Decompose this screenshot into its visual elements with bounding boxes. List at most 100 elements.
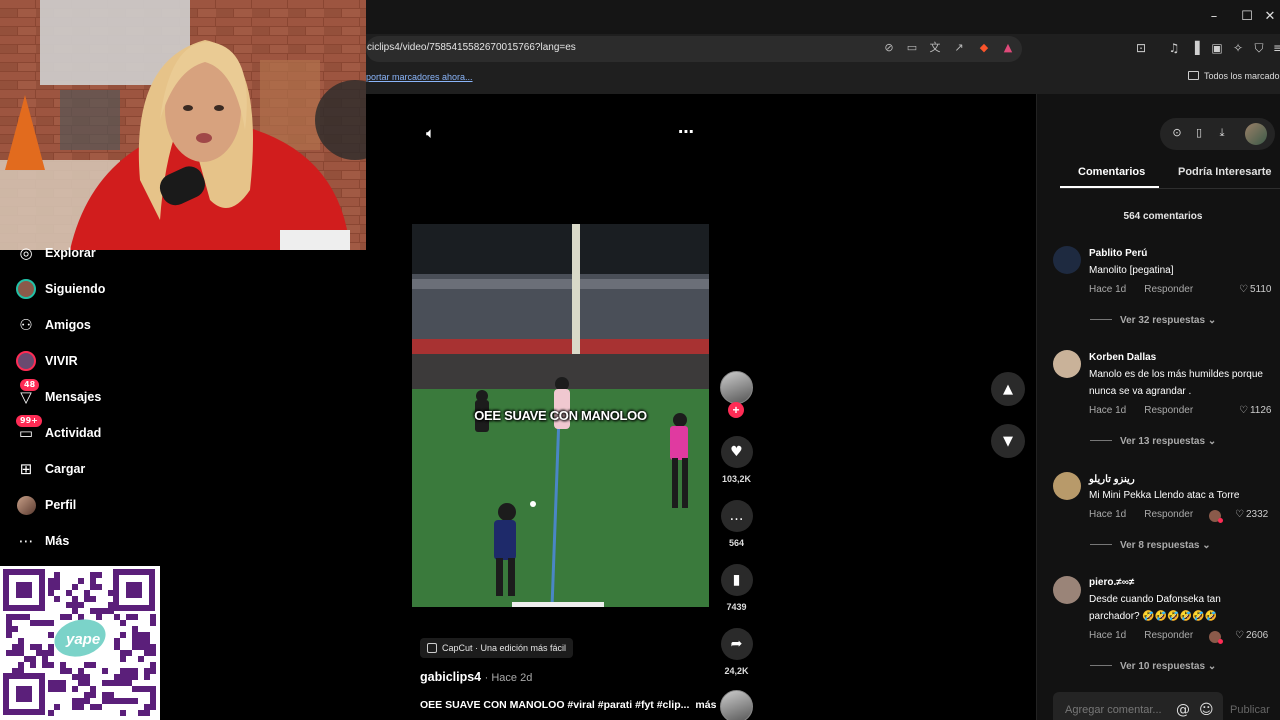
comment-avatar[interactable] (1053, 472, 1081, 500)
sidebar-item-amigos[interactable]: ⚇ Amigos (16, 312, 91, 338)
video-caption: OEE SUAVE CON MANOLOO (474, 408, 647, 423)
reply-button[interactable]: Responder (1144, 509, 1193, 520)
chevron-up-icon: ▲ (1003, 381, 1013, 397)
bookmark-icon[interactable]: ▮ (720, 564, 753, 596)
chevron-down-icon: ⌄ (1207, 661, 1217, 672)
mention-icon[interactable]: @ (1176, 702, 1190, 718)
import-bookmarks-link[interactable]: portar marcadores ahora... (366, 72, 473, 82)
vpn-icon[interactable]: ⛉ (1251, 40, 1267, 56)
sidebar-item-cargar[interactable]: ⊞ Cargar (16, 456, 86, 482)
creator-avatar[interactable] (720, 371, 753, 404)
ai-icon[interactable]: ✧ (1230, 40, 1246, 56)
comment-username[interactable]: piero.≠∞≠ (1089, 577, 1134, 588)
author-name[interactable]: gabiclips4 (420, 670, 481, 684)
comment-avatar[interactable] (1053, 246, 1081, 274)
like-count: 103,2K (721, 474, 752, 484)
comment-avatar[interactable] (1053, 576, 1081, 604)
volume-icon[interactable]: 🔈︎ (426, 124, 435, 142)
maximize-icon[interactable]: ☐ (1237, 8, 1257, 26)
media-icon[interactable]: ♫ (1166, 40, 1182, 56)
share-count: 24,2K (724, 666, 749, 676)
follow-button[interactable]: + (728, 402, 744, 418)
video-player[interactable]: OEE SUAVE CON MANOLOO (412, 224, 709, 607)
comment-like-count: 1126 (1249, 405, 1272, 416)
more-link[interactable]: más (695, 699, 716, 711)
heart-icon[interactable]: ♥ (720, 436, 753, 468)
save-action[interactable]: ▮ 7439 (720, 564, 753, 612)
qr-image: yape (0, 566, 160, 720)
comment-text: Mi Mini Pekka Llendo atac a Torre (1089, 490, 1240, 501)
view-replies[interactable]: Ver 10 respuestas ⌄ (1090, 661, 1216, 672)
comment-action[interactable]: … 564 (720, 500, 753, 548)
view-replies[interactable]: Ver 8 respuestas ⌄ (1090, 540, 1211, 551)
sidebar-item-vivir[interactable]: VIVIR (16, 348, 78, 374)
view-replies[interactable]: Ver 13 respuestas ⌄ (1090, 436, 1216, 447)
sidebar-item-label: Explorar (45, 246, 96, 260)
sound-disc-icon[interactable] (720, 690, 753, 720)
more-options-icon[interactable]: ⋯ (678, 122, 694, 141)
copy-link-icon[interactable]: ⊙ (1169, 125, 1185, 141)
previous-video-button[interactable]: ▲ (991, 372, 1025, 406)
tab-comentarios[interactable]: Comentarios (1078, 166, 1145, 178)
comment-username[interactable]: Pablito Perú (1089, 248, 1147, 259)
brave-rewards-icon[interactable]: ▲ (1000, 40, 1016, 56)
sidebar-item-siguiendo[interactable]: Siguiendo (16, 276, 105, 302)
save-count: 7439 (726, 602, 747, 612)
svg-text:yape: yape (65, 631, 100, 648)
comment-icon[interactable]: … (720, 500, 753, 532)
close-icon[interactable]: ✕ (1260, 8, 1280, 26)
comment-like[interactable]: ♡ 1126 (1239, 405, 1271, 416)
brave-shield-icon[interactable]: ◆ (976, 40, 992, 56)
mute-site-icon[interactable]: ⊘ (881, 40, 897, 56)
tab-search-icon[interactable]: ⊡ (1133, 40, 1149, 56)
comment-username[interactable]: رينزو تاريلو (1089, 474, 1135, 485)
comment-avatar[interactable] (1053, 350, 1081, 378)
wallet-icon[interactable]: ▣ (1209, 40, 1225, 56)
reply-button[interactable]: Responder (1144, 630, 1193, 641)
cast-icon[interactable]: ▭ (904, 40, 920, 56)
publish-button[interactable]: Publicar (1230, 704, 1270, 716)
emoji-icon[interactable]: ☺ (1199, 702, 1214, 718)
sidebar-item-mas[interactable]: ⋯ Más (16, 528, 70, 554)
sidebar-item-mensajes[interactable]: ▽ 48 Mensajes (16, 379, 101, 410)
tab-podria-interesarte[interactable]: Podría Interesarte (1178, 166, 1272, 178)
share-action[interactable]: ➦ 24,2K (720, 628, 753, 676)
comment-text: Manolito [pegatina] (1089, 265, 1174, 276)
chevron-down-icon: ⌄ (1207, 436, 1217, 447)
sidebar-item-label: Más (45, 534, 70, 548)
webcam-overlay (0, 0, 366, 250)
author-line[interactable]: gabiclips4 · Hace 2d (420, 670, 532, 684)
view-replies[interactable]: Ver 32 respuestas ⌄ (1090, 315, 1216, 326)
comment-like-count: 2332 (1245, 509, 1269, 520)
next-video-button[interactable]: ▼ (991, 424, 1025, 458)
comment-input[interactable]: Agregar comentar... (1053, 692, 1223, 720)
sidebar-item-perfil[interactable]: Perfil (16, 492, 76, 518)
messages-badge: 48 (20, 379, 40, 391)
friends-icon: ⚇ (19, 316, 33, 334)
device-icon[interactable]: ▯ (1191, 125, 1207, 141)
sidebar-icon[interactable]: ▐ (1187, 40, 1203, 56)
reply-button[interactable]: Responder (1144, 284, 1193, 295)
all-bookmarks[interactable]: Todos los marcadores (1188, 71, 1280, 81)
reply-button[interactable]: Responder (1144, 405, 1193, 416)
like-action[interactable]: ♥ 103,2K (720, 436, 753, 484)
download-icon[interactable]: ⤓ (1214, 125, 1230, 141)
url-text[interactable]: ciclips4/video/7585415582670015766?lang=… (367, 42, 576, 53)
comment-like[interactable]: ♡ 2606 (1235, 630, 1268, 641)
comment-username[interactable]: Korben Dallas (1089, 352, 1156, 363)
active-tab-indicator (1060, 186, 1159, 188)
comment-like[interactable]: ♡ 2332 (1235, 509, 1268, 520)
capcut-tag[interactable]: CapCut · Una edición más fácil (420, 638, 574, 658)
user-avatar[interactable] (1245, 123, 1267, 145)
menu-icon[interactable]: ≡ (1270, 40, 1280, 56)
minimize-icon[interactable]: – (1204, 8, 1224, 26)
sidebar-item-explorar[interactable]: ◎ Explorar (16, 240, 96, 266)
profile-avatar-icon (16, 495, 36, 515)
translate-icon[interactable]: 文 (927, 40, 943, 56)
comment-meta: Hace 1d Responder (1089, 630, 1193, 641)
sidebar-item-actividad[interactable]: ▭ 99+ Actividad (16, 415, 101, 446)
capcut-label: CapCut · Una edición más fácil (442, 643, 567, 653)
comment-like[interactable]: ♡ 5110 (1239, 284, 1271, 295)
share-icon[interactable]: ↗ (951, 40, 967, 56)
share-arrow-icon[interactable]: ➦ (720, 628, 753, 660)
